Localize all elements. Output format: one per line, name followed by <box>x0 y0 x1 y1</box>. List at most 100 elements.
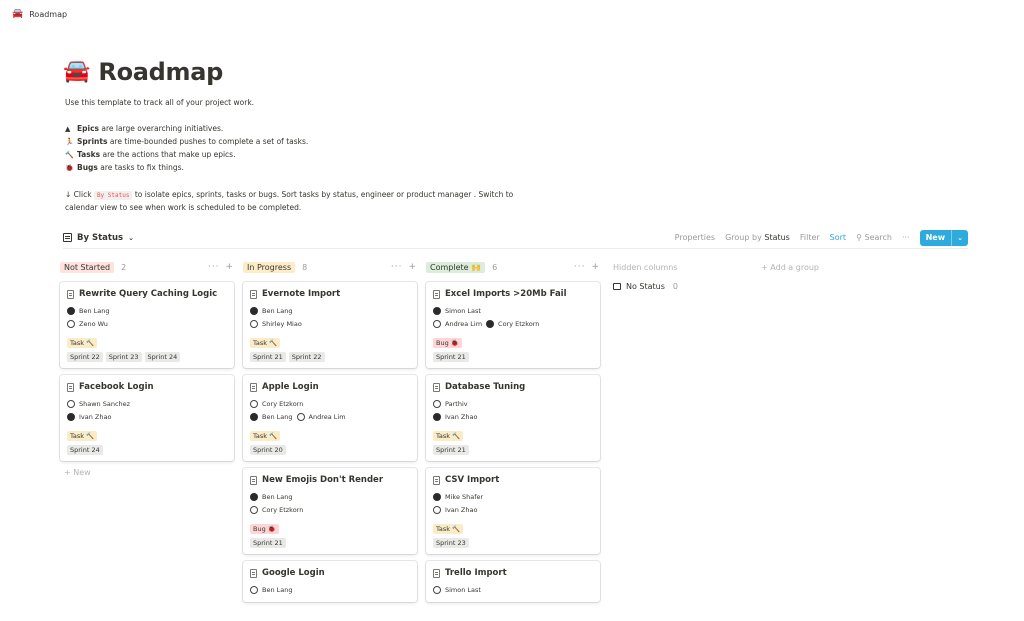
person-name: Shawn Sanchez <box>79 399 131 408</box>
sprint-tag: Sprint 21 <box>250 538 286 548</box>
board-icon <box>63 233 72 242</box>
person-row: Ivan Zhao <box>433 410 593 423</box>
task-card[interactable]: Facebook Login Shawn Sanchez Ivan Zhao Ta… <box>60 375 234 461</box>
hidden-columns-header: Hidden columns + Add a group <box>613 258 819 276</box>
group-by-button[interactable]: Group by Status <box>725 233 790 242</box>
def-sprints: 🏃 Sprints are time-bounded pushes to comp… <box>65 136 308 148</box>
properties-button[interactable]: Properties <box>675 233 715 242</box>
more-options-icon[interactable]: ··· <box>208 262 220 272</box>
page-icon <box>67 382 74 392</box>
task-card[interactable]: Apple Login Cory Etzkorn Ben Lang Andrea L… <box>243 375 417 461</box>
sort-button[interactable]: Sort <box>830 233 846 242</box>
plus-icon[interactable]: + <box>408 262 417 272</box>
card-title: Trello Import <box>433 568 593 578</box>
view-name: By Status <box>77 232 124 243</box>
chevron-down-icon[interactable]: ⌄ <box>951 229 968 246</box>
tip-line-2: calendar view to see when work is schedu… <box>65 203 302 212</box>
card-title: New Emojis Don't Render <box>250 475 410 485</box>
def-bugs: 🐞 Bugs are tasks to fix things. <box>65 162 184 174</box>
more-options-button[interactable]: ··· <box>902 233 910 242</box>
page-icon <box>250 475 257 485</box>
def-term: Tasks <box>77 150 101 159</box>
plus-icon[interactable]: + <box>225 262 234 272</box>
card-title: Apple Login <box>250 382 410 392</box>
more-options-icon[interactable]: ··· <box>391 262 403 272</box>
person-name: Simon Last <box>445 585 481 594</box>
task-card[interactable]: Excel Imports >20Mb Fail Simon Last Andre… <box>426 282 600 368</box>
person-name: Andrea Lim <box>445 319 483 328</box>
search-button[interactable]: ⚲ Search <box>856 233 892 242</box>
task-card[interactable]: New Emojis Don't Render Ben Lang Cory Etz… <box>243 468 417 554</box>
task-card[interactable]: Database Tuning Parthiv Ivan Zhao Task 🔨 … <box>426 375 600 461</box>
page-icon <box>250 382 257 392</box>
person-name: Shirley Miao <box>262 319 302 328</box>
column-count: 6 <box>492 262 498 272</box>
bus-icon[interactable]: 🚘 <box>63 61 90 83</box>
sprint-row: Sprint 20 <box>250 445 410 455</box>
sprint-tag: Sprint 23 <box>433 538 469 548</box>
sprint-tag: Sprint 21 <box>250 352 286 362</box>
board-column: In Progress 8 ··· + Evernote Import Ben … <box>243 258 417 609</box>
type-tag: Task 🔨 <box>433 524 464 534</box>
person-name: Andrea Lim <box>308 412 346 421</box>
hammer-icon: 🔨 <box>65 151 74 159</box>
view-switcher[interactable]: By Status ⌄ <box>63 233 134 243</box>
person-name: Ben Lang <box>262 412 293 421</box>
person-row: Cory Etzkorn <box>250 503 410 516</box>
task-card[interactable]: Rewrite Query Caching Logic Ben Lang Zeno… <box>60 282 234 368</box>
card-title: CSV Import <box>433 475 593 485</box>
add-group-button[interactable]: + Add a group <box>761 263 819 272</box>
board: Not Started 2 ··· + Rewrite Query Cachin… <box>60 258 819 609</box>
sprint-row: Sprint 21 Sprint 22 <box>250 352 410 362</box>
more-options-icon[interactable]: ··· <box>574 262 586 272</box>
new-button-label: New <box>925 233 946 242</box>
intro-text: Use this template to track all of your p… <box>65 98 255 107</box>
plus-icon[interactable]: + <box>591 262 600 272</box>
inbox-icon <box>613 283 621 290</box>
status-pill[interactable]: Not Started <box>60 261 115 273</box>
avatar <box>250 585 258 594</box>
avatar <box>67 412 75 421</box>
def-text: are the actions that make up epics. <box>100 150 236 159</box>
page-icon <box>433 289 440 299</box>
person-row: Simon Last <box>433 583 593 596</box>
avatar <box>486 319 495 328</box>
person-name: Ben Lang <box>262 306 293 315</box>
new-button[interactable]: New ⌄ <box>919 229 968 246</box>
task-card[interactable]: Trello Import Simon Last <box>426 561 600 602</box>
sprint-tag: Sprint 22 <box>67 352 103 362</box>
board-column: Complete 🙌 6 ··· + Excel Imports >20Mb F… <box>426 258 600 609</box>
person-row: Shawn Sanchez <box>67 397 227 410</box>
search-icon: ⚲ <box>856 233 862 242</box>
hidden-columns: Hidden columns + Add a group No Status 0 <box>609 258 819 609</box>
sprint-tag: Sprint 21 <box>433 445 469 455</box>
sprint-row: Sprint 21 <box>433 445 593 455</box>
tip-text: to isolate epics, sprints, tasks or bugs… <box>132 190 514 199</box>
tip-line: ↓ Click By Status to isolate epics, spri… <box>65 189 513 202</box>
task-card[interactable]: CSV Import Mike Shafer Ivan Zhao Task 🔨 S… <box>426 468 600 554</box>
no-status-group[interactable]: No Status 0 <box>613 282 819 291</box>
person-row: Ben Lang <box>67 304 227 317</box>
page-icon <box>433 475 440 485</box>
person-name: Parthiv <box>445 399 468 408</box>
person-row: Zeno Wu <box>67 317 227 330</box>
hidden-columns-label: Hidden columns <box>613 262 678 272</box>
page-title[interactable]: Roadmap <box>98 58 223 86</box>
page-icon <box>433 568 440 578</box>
status-pill[interactable]: In Progress <box>243 261 296 273</box>
person-row: Ben Lang <box>250 490 410 503</box>
status-pill[interactable]: Complete 🙌 <box>426 261 486 273</box>
add-card-button[interactable]: + New <box>60 468 234 477</box>
breadcrumb[interactable]: 🚘 Roadmap <box>12 10 67 20</box>
sprint-row: Sprint 21 <box>433 352 593 362</box>
inline-code: By Status <box>93 191 133 200</box>
task-card[interactable]: Google Login Ben Lang <box>243 561 417 602</box>
column-count: 2 <box>121 262 127 272</box>
def-text: are time-bounded pushes to complete a se… <box>107 137 309 146</box>
filter-button[interactable]: Filter <box>800 233 820 242</box>
page-icon <box>67 289 74 299</box>
avatar <box>433 306 441 315</box>
task-card[interactable]: Evernote Import Ben Lang Shirley Miao Tas… <box>243 282 417 368</box>
sprint-tag: Sprint 20 <box>250 445 286 455</box>
avatar <box>250 412 258 421</box>
